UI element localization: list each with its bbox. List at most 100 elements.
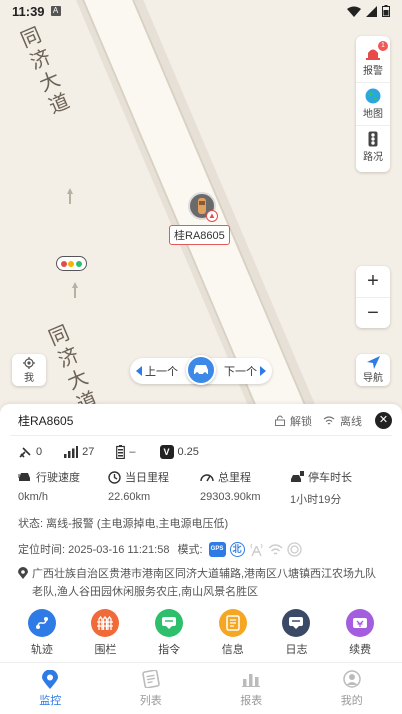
- metric-label: 停车时长: [308, 472, 352, 484]
- address-text: 广西壮族自治区贵港市港南区同济大道辅路,港南区八塘镇西江农场九队老队,渔人谷田园…: [32, 568, 377, 598]
- alarm-button[interactable]: 1 报警: [356, 40, 390, 82]
- alarm-badge: 1: [378, 41, 388, 51]
- offline-status: 离线: [340, 415, 362, 428]
- location-pin-icon: [40, 669, 60, 689]
- nav-label: 监控: [39, 695, 62, 707]
- notification-icon: A: [50, 6, 61, 16]
- gauge-icon: [200, 474, 214, 482]
- battery-level-icon: [116, 445, 126, 459]
- signal-icon: [64, 446, 79, 458]
- address-row: 广西壮族自治区贵港市港南区同济大道辅路,港南区八塘镇西江农场九队老队,渔人谷田园…: [0, 557, 402, 601]
- vehicle-plate: 桂RA8605: [18, 414, 74, 428]
- battery-value: –: [129, 446, 136, 458]
- gps-mode-icon: GPS: [208, 541, 226, 557]
- metric-parking-duration: 停车时长 1小时19分: [290, 469, 390, 507]
- beidou-mode-icon: 北: [229, 541, 245, 557]
- locate-icon: [23, 356, 35, 369]
- traffic-light-small-icon: [364, 130, 382, 148]
- metric-daily-mileage: 当日里程 22.60km: [108, 469, 200, 507]
- traffic-button[interactable]: 路况: [356, 125, 390, 168]
- road-name-top: 同济大道: [14, 23, 74, 122]
- metric-label: 行驶速度: [36, 472, 80, 484]
- globe-icon: [364, 87, 382, 105]
- fence-icon: [91, 609, 120, 637]
- track-label: 轨迹: [30, 644, 53, 656]
- zoom-in-button[interactable]: +: [356, 266, 390, 297]
- chevron-left-icon: [136, 366, 142, 376]
- vehicle-label[interactable]: 桂RA8605: [169, 225, 230, 245]
- chevron-right-icon: [260, 366, 266, 376]
- command-icon: [155, 609, 184, 637]
- metric-label: 当日里程: [125, 472, 169, 484]
- lbs-mode-icon: [286, 541, 302, 557]
- route-icon: [27, 609, 56, 637]
- mode-label: 模式:: [177, 544, 203, 556]
- log-label: 日志: [285, 644, 308, 656]
- wifi-offline-icon: [323, 415, 335, 424]
- fence-label: 围栏: [94, 644, 117, 656]
- map-type-button[interactable]: 地图: [356, 82, 390, 125]
- battery-stat: –: [116, 445, 136, 459]
- navigate-icon: [366, 356, 380, 369]
- renew-icon: [346, 609, 375, 637]
- alarm-icon: 1: [364, 41, 388, 62]
- voltage-icon: V: [159, 445, 174, 459]
- command-button[interactable]: 指令: [144, 609, 194, 657]
- status-bar: 11:39 A: [0, 0, 402, 22]
- nav-profile[interactable]: 我的: [302, 663, 402, 714]
- bottom-navigation: 监控 列表 报表 我的: [0, 662, 402, 714]
- renew-button[interactable]: 续费: [335, 609, 385, 657]
- navigate-button[interactable]: 导航: [356, 354, 390, 386]
- log-button[interactable]: 日志: [271, 609, 321, 657]
- my-location-button[interactable]: 我: [12, 354, 46, 386]
- command-label: 指令: [158, 644, 181, 656]
- track-button[interactable]: 轨迹: [17, 609, 67, 657]
- nav-label: 报表: [240, 695, 263, 707]
- info-icon: [218, 609, 247, 637]
- wifi-icon: [347, 6, 361, 17]
- road-arrow-line: [74, 288, 76, 298]
- info-button[interactable]: 信息: [208, 609, 258, 657]
- nav-list[interactable]: 列表: [101, 663, 202, 714]
- close-icon[interactable]: ✕: [375, 412, 392, 429]
- clock-icon: [108, 470, 121, 484]
- renew-label: 续费: [349, 644, 372, 656]
- alarm-indicator-icon: ▲: [206, 210, 218, 222]
- fence-button[interactable]: 围栏: [80, 609, 130, 657]
- unlock-button[interactable]: 解锁: [290, 413, 312, 429]
- action-bar: 轨迹 围栏 指令 信息 日志 续费: [0, 603, 402, 657]
- zoom-out-button[interactable]: −: [356, 297, 390, 328]
- info-label: 信息: [221, 644, 244, 656]
- trip-metrics: 行驶速度 0km/h 当日里程 22.60km 总里程 29303.90km 停…: [0, 463, 402, 507]
- metric-total-mileage: 总里程 29303.90km: [200, 469, 290, 507]
- status-text: 状态: 离线-报警 (主电源掉电,主电源电压低): [18, 518, 229, 530]
- center-vehicle-button[interactable]: [186, 355, 216, 385]
- traffic-label: 路况: [363, 152, 383, 163]
- next-vehicle-button[interactable]: 下一个: [216, 363, 272, 379]
- previous-label: 上一个: [145, 366, 178, 378]
- unlock-icon: [275, 415, 285, 426]
- nav-monitor[interactable]: 监控: [0, 663, 101, 714]
- wifi-mode-icon: [268, 543, 282, 555]
- map-controls: 1 报警 地图 路况: [356, 36, 390, 172]
- panel-header: 桂RA8605 解锁 离线 ✕: [0, 404, 402, 435]
- nav-label: 列表: [139, 695, 162, 707]
- metric-value: 1小时19分: [290, 494, 342, 506]
- me-label: 我: [24, 372, 34, 384]
- metric-value: 29303.90km: [200, 491, 261, 503]
- parking-icon: [291, 471, 304, 482]
- vehicle-switcher: 上一个 下一个: [130, 355, 272, 385]
- previous-vehicle-button[interactable]: 上一个: [130, 363, 186, 379]
- zoom-controls: + −: [356, 266, 390, 328]
- car-icon: [194, 365, 208, 376]
- voltage-stat: V 0.25: [159, 445, 199, 459]
- log-icon: [282, 609, 311, 637]
- location-pin-icon: [18, 567, 32, 601]
- road: [32, 0, 402, 420]
- car-top-icon: [198, 198, 206, 214]
- nav-reports[interactable]: 报表: [201, 663, 302, 714]
- next-label: 下一个: [224, 366, 257, 378]
- battery-icon: [382, 5, 390, 17]
- status-time: 11:39: [12, 3, 45, 19]
- satellite-count: 0: [36, 446, 43, 458]
